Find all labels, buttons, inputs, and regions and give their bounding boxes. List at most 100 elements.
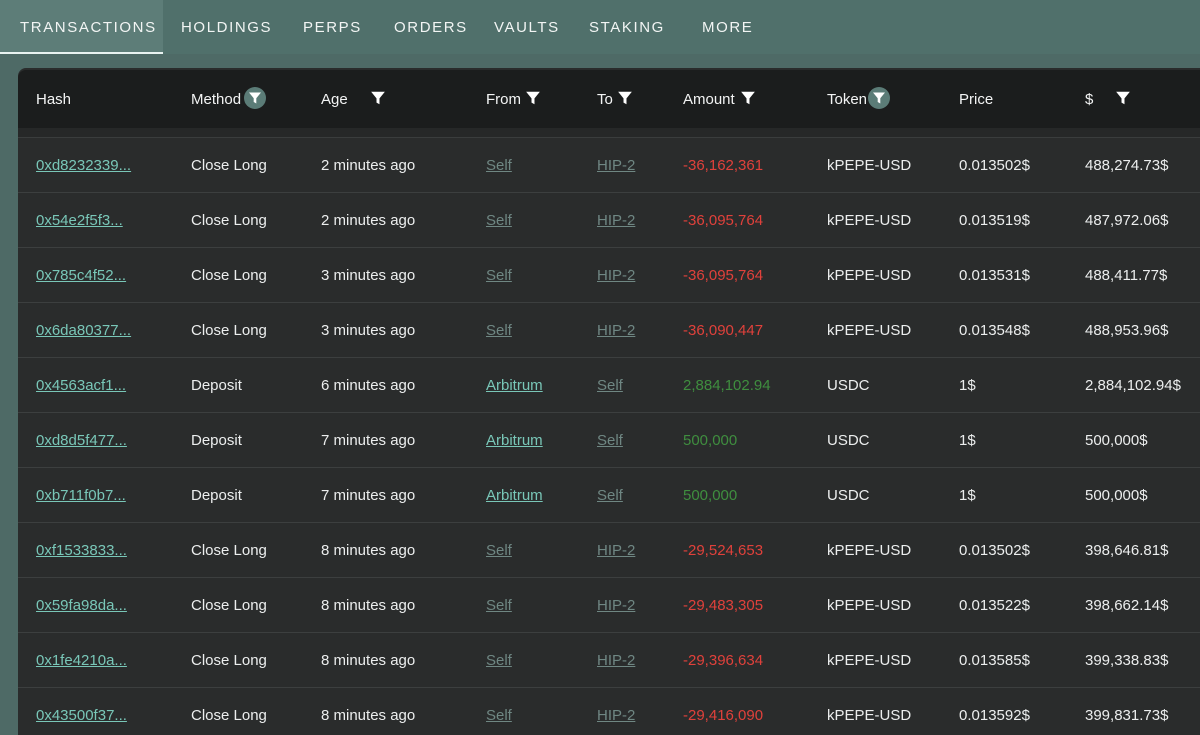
to-link[interactable]: HIP-2 — [597, 633, 635, 688]
method-cell: Close Long — [191, 707, 267, 724]
token-cell: USDC — [827, 487, 870, 504]
from-link[interactable]: Self — [486, 248, 512, 303]
tab-staking[interactable]: STAKING — [589, 0, 665, 54]
hash-link[interactable]: 0xf1533833... — [36, 523, 127, 578]
token-cell: USDC — [827, 377, 870, 394]
age-cell: 8 minutes ago — [321, 707, 416, 724]
method-cell: Close Long — [191, 597, 267, 614]
header-hash: Hash — [36, 91, 72, 108]
header-amount: Amount — [683, 91, 735, 108]
table-row: 0x785c4f52... Close Long 3 minutes ago Self… — [18, 248, 1200, 303]
price-cell: 1$ — [959, 487, 976, 504]
method-cell: Close Long — [191, 322, 267, 339]
amount-cell: -36,090,447 — [683, 322, 764, 339]
to-link[interactable]: Self — [597, 468, 623, 523]
to-link[interactable]: HIP-2 — [597, 248, 635, 303]
age-filter-icon[interactable] — [367, 87, 389, 109]
usd-value-cell: 487,972.06$ — [1085, 212, 1169, 229]
method-cell: Deposit — [191, 377, 242, 394]
to-link[interactable]: HIP-2 — [597, 578, 635, 633]
usd-filter-icon[interactable] — [1112, 87, 1134, 109]
hash-link[interactable]: 0x54e2f5f3... — [36, 193, 123, 248]
from-link[interactable]: Self — [486, 688, 512, 735]
hash-link[interactable]: 0xd8232339... — [36, 138, 131, 193]
usd-value-cell: 2,884,102.94$ — [1085, 377, 1181, 394]
table-row: 0xb711f0b7... Deposit 7 minutes ago Arbitru… — [18, 468, 1200, 523]
hash-link[interactable]: 0x1fe4210a... — [36, 633, 127, 688]
token-cell: kPEPE-USD — [827, 157, 912, 174]
hash-link[interactable]: 0x4563acf1... — [36, 358, 126, 413]
from-link[interactable]: Self — [486, 138, 512, 193]
amount-cell: 500,000 — [683, 432, 738, 449]
to-link[interactable]: Self — [597, 358, 623, 413]
tab-label: VAULTS — [494, 19, 560, 36]
from-link[interactable]: Self — [486, 523, 512, 578]
amount-cell: -29,396,634 — [683, 652, 764, 669]
amount-cell: -36,162,361 — [683, 157, 764, 174]
table-row: 0xd8d5f477... Deposit 7 minutes ago Arbitru… — [18, 413, 1200, 468]
tab-label: MORE — [702, 19, 754, 36]
token-cell: kPEPE-USD — [827, 267, 912, 284]
tab-label: STAKING — [589, 19, 665, 36]
token-filter-icon[interactable] — [868, 87, 890, 109]
header-age: Age — [321, 91, 348, 108]
to-link[interactable]: HIP-2 — [597, 688, 635, 735]
usd-value-cell: 488,411.77$ — [1085, 267, 1168, 284]
table-row: 0x43500f37... Close Long 8 minutes ago Self… — [18, 688, 1200, 735]
to-filter-icon[interactable] — [614, 87, 636, 109]
usd-value-cell: 500,000$ — [1085, 487, 1148, 504]
age-cell: 3 minutes ago — [321, 267, 416, 284]
age-cell: 7 minutes ago — [321, 487, 416, 504]
price-cell: 0.013548$ — [959, 322, 1030, 339]
table-row: 0x4563acf1... Deposit 6 minutes ago Arbitru… — [18, 358, 1200, 413]
method-cell: Deposit — [191, 487, 242, 504]
tab-orders[interactable]: ORDERS — [394, 0, 468, 54]
age-cell: 2 minutes ago — [321, 157, 416, 174]
from-filter-icon[interactable] — [522, 87, 544, 109]
method-cell: Close Long — [191, 542, 267, 559]
hash-link[interactable]: 0xb711f0b7... — [36, 468, 126, 523]
from-link[interactable]: Self — [486, 303, 512, 358]
from-link[interactable]: Arbitrum — [486, 468, 543, 523]
method-cell: Close Long — [191, 212, 267, 229]
tab-label: PERPS — [303, 19, 362, 36]
to-link[interactable]: HIP-2 — [597, 303, 635, 358]
amount-filter-icon[interactable] — [737, 87, 759, 109]
tab-perps[interactable]: PERPS — [303, 0, 362, 54]
price-cell: 0.013531$ — [959, 267, 1030, 284]
hash-link[interactable]: 0xd8d5f477... — [36, 413, 127, 468]
token-cell: kPEPE-USD — [827, 322, 912, 339]
from-link[interactable]: Self — [486, 578, 512, 633]
to-link[interactable]: Self — [597, 413, 623, 468]
hash-link[interactable]: 0x43500f37... — [36, 688, 127, 735]
tab-vaults[interactable]: VAULTS — [494, 0, 560, 54]
token-cell: kPEPE-USD — [827, 212, 912, 229]
price-cell: 1$ — [959, 432, 976, 449]
from-link[interactable]: Self — [486, 193, 512, 248]
usd-value-cell: 399,831.73$ — [1085, 707, 1169, 724]
table-row: 0xd8232339... Close Long 2 minutes ago Self… — [18, 138, 1200, 193]
age-cell: 8 minutes ago — [321, 597, 416, 614]
tab-holdings[interactable]: HOLDINGS — [181, 0, 272, 54]
hash-link[interactable]: 0x6da80377... — [36, 303, 131, 358]
to-link[interactable]: HIP-2 — [597, 523, 635, 578]
method-filter-icon[interactable] — [244, 87, 266, 109]
hash-link[interactable]: 0x59fa98da... — [36, 578, 127, 633]
hash-link[interactable]: 0x785c4f52... — [36, 248, 126, 303]
from-link[interactable]: Arbitrum — [486, 413, 543, 468]
to-link[interactable]: HIP-2 — [597, 138, 635, 193]
from-link[interactable]: Self — [486, 633, 512, 688]
table-row: 0x59fa98da... Close Long 8 minutes ago Self… — [18, 578, 1200, 633]
amount-cell: 500,000 — [683, 487, 738, 504]
price-cell: 0.013585$ — [959, 652, 1030, 669]
amount-cell: -36,095,764 — [683, 267, 764, 284]
table-row: 0x54e2f5f3... Close Long 2 minutes ago Self… — [18, 193, 1200, 248]
header-price: Price — [959, 91, 994, 108]
tab-transactions[interactable]: TRANSACTIONS — [0, 0, 163, 54]
to-link[interactable]: HIP-2 — [597, 193, 635, 248]
token-cell: USDC — [827, 432, 870, 449]
tab-more[interactable]: MORE — [702, 0, 753, 54]
price-cell: 0.013522$ — [959, 597, 1030, 614]
from-link[interactable]: Arbitrum — [486, 358, 543, 413]
token-cell: kPEPE-USD — [827, 542, 912, 559]
